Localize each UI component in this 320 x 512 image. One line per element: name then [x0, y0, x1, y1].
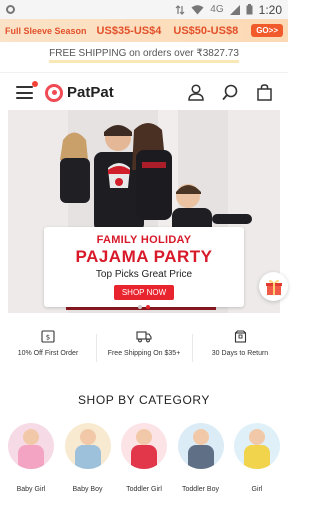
status-time: 1:20 [258, 2, 282, 17]
carousel-dot[interactable] [138, 305, 142, 309]
hero-card: FAMILY HOLIDAY PAJAMA PARTY Top Picks Gr… [44, 227, 244, 307]
hero-line-1: FAMILY HOLIDAY [96, 234, 192, 246]
category-image [121, 423, 167, 469]
status-bar: 4G 1:20 [0, 0, 288, 19]
benefits-row: $ 10% Off First Order Free Shipping On $… [0, 330, 288, 368]
battery-icon [246, 4, 253, 15]
category-toddler-boy[interactable]: Toddler Boy [176, 423, 226, 493]
category-label: Girl [251, 486, 263, 493]
svg-text:$: $ [46, 334, 50, 342]
promo-banner[interactable]: Full Sleeve Season US$35-US$4 US$50-US$8… [0, 19, 288, 42]
hero-banner[interactable]: FAMILY HOLIDAY PAJAMA PARTY Top Picks Gr… [8, 110, 280, 313]
category-label: Baby Boy [72, 486, 103, 493]
coupon-icon: $ [41, 330, 55, 343]
category-image [234, 423, 280, 469]
category-toddler-girl[interactable]: Toddler Girl [119, 423, 169, 493]
carousel-dot-active[interactable] [146, 305, 150, 309]
shop-now-button[interactable]: SHOP NOW [113, 285, 175, 300]
brand-name: PatPat [67, 84, 114, 101]
truck-icon [136, 331, 152, 343]
menu-icon[interactable] [16, 81, 38, 99]
nav-actions [188, 84, 272, 101]
category-image [8, 423, 54, 469]
logo-mark-icon [45, 83, 63, 102]
promo-range-2: US$50-US$8 [173, 24, 239, 37]
carousel-dots [8, 305, 280, 309]
shopping-bag-icon[interactable] [257, 84, 272, 101]
category-image [177, 423, 224, 469]
wifi-icon [191, 4, 204, 14]
shipping-notice-text: FREE SHIPPING on orders over ₹3827.73 [49, 48, 239, 63]
status-circle-icon [6, 5, 15, 14]
promo-title: Full Sleeve Season [5, 25, 87, 36]
gift-icon [265, 279, 282, 295]
top-nav: PatPat [0, 72, 288, 112]
hero-line-2: PAJAMA PARTY [75, 247, 213, 266]
benefit-free-shipping[interactable]: Free Shipping On $35+ [96, 330, 192, 368]
promo-go-button[interactable]: GO>> [251, 24, 283, 37]
signal-icon [229, 4, 240, 15]
data-arrows-icon [175, 4, 185, 15]
notification-dot [32, 81, 38, 87]
category-label: Toddler Boy [182, 486, 219, 493]
shipping-notice: FREE SHIPPING on orders over ₹3827.73 [0, 42, 288, 69]
status-right: 4G 1:20 [175, 3, 282, 17]
benefit-returns[interactable]: 30 Days to Return [192, 330, 288, 368]
return-box-icon [234, 330, 246, 343]
network-type: 4G [210, 4, 224, 15]
benefit-label: 30 Days to Return [211, 350, 269, 357]
category-label: Baby Girl [16, 486, 46, 493]
benefit-first-order[interactable]: $ 10% Off First Order [0, 330, 96, 368]
category-image [64, 423, 111, 469]
category-baby-girl[interactable]: Baby Girl [6, 423, 56, 493]
category-girl[interactable]: Girl [232, 423, 282, 493]
category-baby-boy[interactable]: Baby Boy [63, 423, 113, 493]
benefit-label: 10% Off First Order [17, 350, 79, 357]
account-icon[interactable] [188, 84, 204, 101]
category-label: Toddler Girl [126, 486, 162, 493]
gift-button[interactable] [259, 272, 288, 301]
benefit-label: Free Shipping On $35+ [107, 350, 181, 357]
hero-line-3: Top Picks Great Price [95, 269, 193, 280]
search-icon[interactable] [222, 84, 239, 101]
promo-range-1: US$35-US$4 [96, 24, 162, 37]
category-section-title: SHOP BY CATEGORY [77, 393, 211, 407]
category-list: Baby Girl Baby Boy Toddler Girl Toddler … [6, 423, 288, 493]
brand-logo[interactable]: PatPat [45, 83, 114, 102]
